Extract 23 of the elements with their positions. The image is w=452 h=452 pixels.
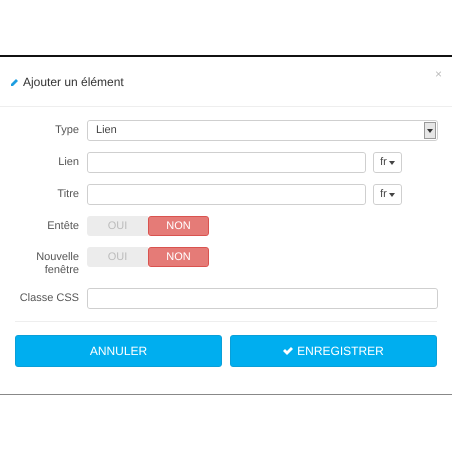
field-label: Classe CSS <box>18 291 79 305</box>
save-button[interactable]: ENREGISTRER <box>230 335 437 367</box>
caret-icon <box>424 122 436 139</box>
pencil-icon <box>10 76 20 86</box>
type-select[interactable]: Lien <box>87 120 438 141</box>
toggle-option[interactable]: NON <box>148 216 209 236</box>
field-label: Titre <box>56 187 79 201</box>
field-label: Type <box>54 123 79 137</box>
field-label: Nouvelle fenêtre <box>35 250 79 277</box>
cancel-button[interactable]: ANNULER <box>15 335 222 367</box>
check-icon <box>283 347 294 355</box>
caret-icon <box>388 160 395 164</box>
field-label: Lien <box>57 155 79 169</box>
input-field[interactable] <box>87 184 366 205</box>
toggle-option[interactable]: NON <box>148 247 209 267</box>
language-dropdown[interactable]: fr <box>373 184 402 205</box>
dialog-title: Ajouter un élément <box>23 74 124 90</box>
input-field[interactable] <box>87 288 438 309</box>
language-dropdown[interactable]: fr <box>373 152 402 173</box>
caret-icon <box>388 192 395 196</box>
input-field[interactable] <box>87 152 366 173</box>
close-button[interactable]: × <box>434 65 442 83</box>
field-label: Entête <box>46 219 79 233</box>
